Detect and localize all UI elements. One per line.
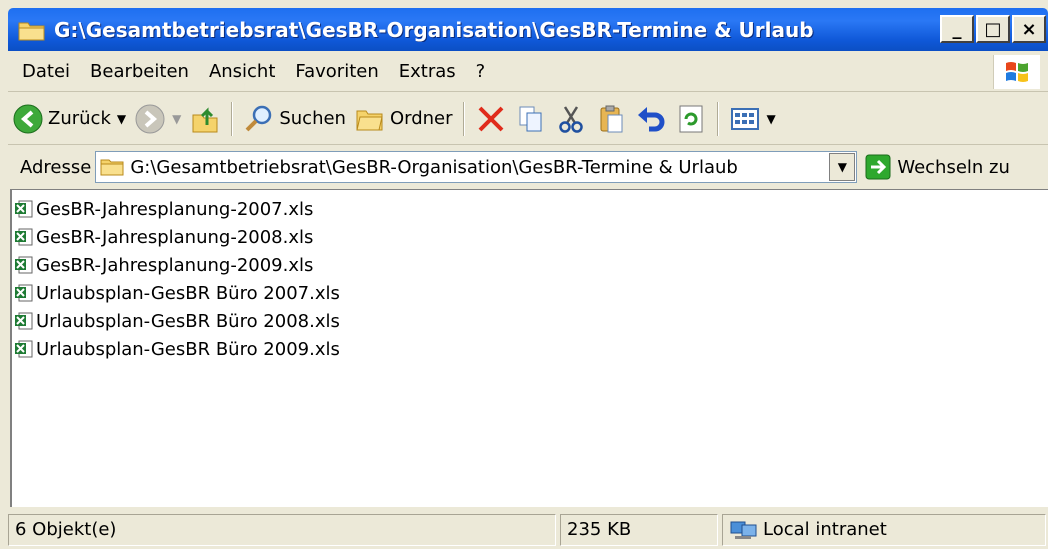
menu-bearbeiten[interactable]: Bearbeiten: [80, 61, 199, 82]
views-dropdown-icon[interactable]: ▼: [767, 112, 776, 126]
address-dropdown-button[interactable]: ▼: [829, 153, 856, 181]
views-button[interactable]: ▼: [725, 99, 780, 139]
list-item[interactable]: GesBR-Jahresplanung-2007.xls: [12, 195, 1048, 223]
explorer-window: G:\Gesamtbetriebsrat\GesBR-Organisation\…: [0, 0, 1048, 549]
file-name: Urlaubsplan-GesBR Büro 2007.xls: [36, 282, 340, 304]
intranet-icon: [730, 521, 757, 539]
minimize-button[interactable]: _: [940, 15, 974, 43]
excel-file-icon: [15, 256, 33, 274]
file-name: Urlaubsplan-GesBR Büro 2008.xls: [36, 310, 340, 332]
forward-button[interactable]: ▼: [130, 99, 185, 139]
undo-button[interactable]: [631, 99, 671, 139]
excel-file-icon: [15, 228, 33, 246]
paste-button[interactable]: [591, 99, 631, 139]
address-value: G:\Gesamtbetriebsrat\GesBR-Organisation\…: [130, 156, 738, 178]
window-controls: _ □ ×: [940, 15, 1046, 43]
window-title: G:\Gesamtbetriebsrat\GesBR-Organisation\…: [54, 17, 814, 42]
list-item[interactable]: Urlaubsplan-GesBR Büro 2008.xls: [12, 307, 1048, 335]
menu-help[interactable]: ?: [466, 61, 496, 82]
excel-file-icon: [15, 340, 33, 358]
go-label: Wechseln zu: [897, 156, 1010, 178]
folder-icon: [18, 22, 45, 40]
up-folder-icon: [192, 106, 218, 132]
up-button[interactable]: [185, 99, 225, 139]
status-count: 6 Objekt(e): [8, 513, 556, 546]
list-item[interactable]: Urlaubsplan-GesBR Büro 2009.xls: [12, 335, 1048, 363]
refresh-button[interactable]: [671, 99, 711, 139]
menu-favoriten[interactable]: Favoriten: [285, 61, 388, 82]
back-button[interactable]: Zurück ▼: [8, 99, 130, 139]
toolbar-separator: [462, 101, 465, 136]
address-input[interactable]: G:\Gesamtbetriebsrat\GesBR-Organisation\…: [95, 151, 858, 183]
paste-icon: [600, 105, 623, 132]
file-name: Urlaubsplan-GesBR Büro 2009.xls: [36, 338, 340, 360]
go-arrow-icon: [865, 154, 891, 180]
menu-extras[interactable]: Extras: [389, 61, 466, 82]
status-zone-text: Local intranet: [763, 519, 887, 540]
folders-label: Ordner: [389, 108, 453, 129]
list-item[interactable]: GesBR-Jahresplanung-2009.xls: [12, 251, 1048, 279]
list-item[interactable]: Urlaubsplan-GesBR Büro 2007.xls: [12, 279, 1048, 307]
cut-button[interactable]: [551, 99, 591, 139]
maximize-button[interactable]: □: [976, 15, 1010, 43]
toolbar: Zurück ▼ ▼ Suchen Ordner ▼: [8, 93, 1048, 145]
folders-icon: [356, 110, 383, 130]
go-button[interactable]: Wechseln zu: [865, 154, 1010, 180]
status-bar: 6 Objekt(e) 235 KB Local intranet: [8, 510, 1048, 549]
views-icon: [730, 107, 759, 130]
delete-button[interactable]: [471, 99, 511, 139]
back-dropdown-icon[interactable]: ▼: [117, 112, 126, 126]
address-label: Adresse: [20, 156, 92, 178]
status-zone: Local intranet: [722, 513, 1046, 546]
forward-arrow-icon: [135, 104, 165, 133]
title-bar[interactable]: G:\Gesamtbetriebsrat\GesBR-Organisation\…: [8, 8, 1048, 51]
copy-button[interactable]: [511, 99, 551, 139]
excel-file-icon: [15, 200, 33, 218]
cut-icon: [558, 105, 583, 133]
forward-dropdown-icon[interactable]: ▼: [172, 112, 181, 126]
status-size-text: 235 KB: [567, 519, 632, 540]
toolbar-separator: [231, 101, 234, 136]
copy-icon: [519, 106, 542, 131]
toolbar-separator: [716, 101, 719, 136]
file-name: GesBR-Jahresplanung-2009.xls: [36, 254, 314, 276]
file-name: GesBR-Jahresplanung-2008.xls: [36, 226, 314, 248]
status-size: 235 KB: [560, 513, 718, 546]
back-arrow-icon: [13, 104, 43, 133]
file-name: GesBR-Jahresplanung-2007.xls: [36, 198, 314, 220]
menu-ansicht[interactable]: Ansicht: [199, 61, 285, 82]
windows-logo-icon: [993, 55, 1040, 89]
back-label: Zurück: [48, 108, 111, 129]
refresh-icon: [679, 105, 703, 132]
excel-file-icon: [15, 284, 33, 302]
search-button[interactable]: Suchen: [239, 99, 350, 139]
folder-icon: [100, 159, 124, 176]
menu-datei[interactable]: Datei: [8, 61, 80, 82]
file-list[interactable]: GesBR-Jahresplanung-2007.xls GesBR-Jahre…: [10, 189, 1048, 507]
excel-file-icon: [15, 312, 33, 330]
close-button[interactable]: ×: [1012, 15, 1046, 43]
folders-button[interactable]: Ordner: [350, 99, 457, 139]
search-label: Suchen: [279, 108, 346, 129]
menu-bar: Datei Bearbeiten Ansicht Favoriten Extra…: [8, 52, 1048, 92]
address-bar: Adresse G:\Gesamtbetriebsrat\GesBR-Organ…: [8, 146, 1048, 188]
status-count-text: 6 Objekt(e): [15, 519, 117, 540]
list-item[interactable]: GesBR-Jahresplanung-2008.xls: [12, 223, 1048, 251]
search-icon: [245, 105, 272, 131]
undo-icon: [637, 106, 665, 131]
delete-icon: [478, 106, 503, 131]
